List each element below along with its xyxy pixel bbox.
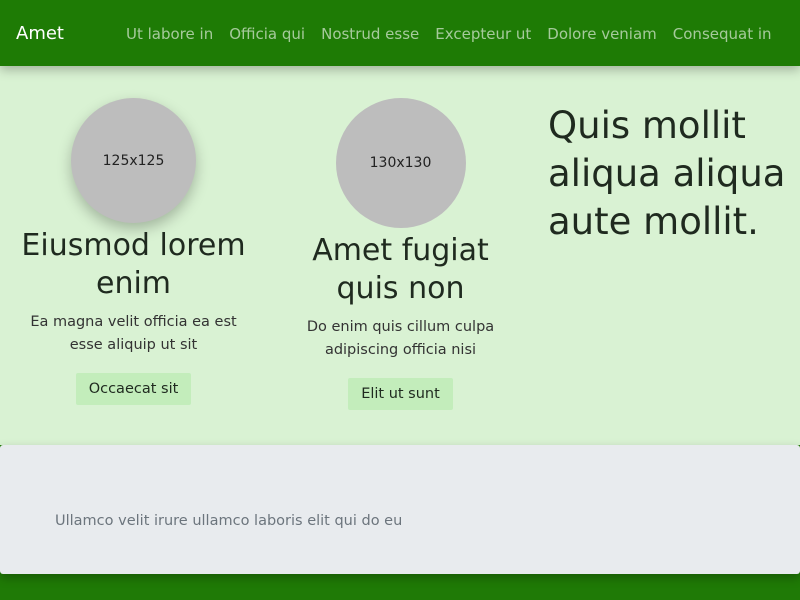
feature-image-placeholder: 130x130 — [335, 98, 466, 228]
hero-heading: Quis mollit aliqua aliqua aute mollit. — [548, 104, 786, 243]
feature-image-placeholder: 125x125 — [71, 98, 196, 223]
feature-column-2: 130x130 Amet fugiat quis non Do enim qui… — [267, 98, 534, 410]
nav-link-nostrud-esse[interactable]: Nostrud esse — [313, 24, 427, 44]
nav-link-excepteur-ut[interactable]: Excepteur ut — [427, 24, 539, 44]
hero-section: 125x125 Eiusmod lorem enim Ea magna veli… — [0, 66, 800, 445]
feature-heading: Eiusmod lorem enim — [21, 228, 246, 301]
feature-text: Do enim quis cillum culpa adipiscing off… — [306, 319, 495, 358]
info-text: Ullamco velit irure ullamco laboris elit… — [55, 513, 403, 529]
navbar: Amet Ut labore in Officia qui Nostrud es… — [0, 0, 800, 66]
info-panel: Ullamco velit irure ullamco laboris elit… — [0, 445, 800, 574]
nav-link-officia-qui[interactable]: Officia qui — [221, 24, 313, 44]
nav-links: Ut labore in Officia qui Nostrud esse Ex… — [118, 24, 780, 44]
nav-link-dolore-veniam[interactable]: Dolore veniam — [539, 24, 665, 44]
feature-heading: Amet fugiat quis non — [312, 233, 489, 306]
nav-link-ut-labore-in[interactable]: Ut labore in — [118, 24, 221, 44]
feature-column-1: 125x125 Eiusmod lorem enim Ea magna veli… — [0, 98, 267, 405]
brand-logo[interactable]: Amet — [16, 22, 64, 46]
feature-button[interactable]: Occaecat sit — [75, 373, 192, 405]
image-size-label: 130x130 — [369, 155, 432, 171]
nav-link-consequat-in[interactable]: Consequat in — [665, 24, 780, 44]
feature-button[interactable]: Elit ut sunt — [348, 378, 453, 410]
image-size-label: 125x125 — [102, 152, 165, 169]
feature-text: Ea magna velit officia ea est esse aliqu… — [30, 314, 237, 353]
